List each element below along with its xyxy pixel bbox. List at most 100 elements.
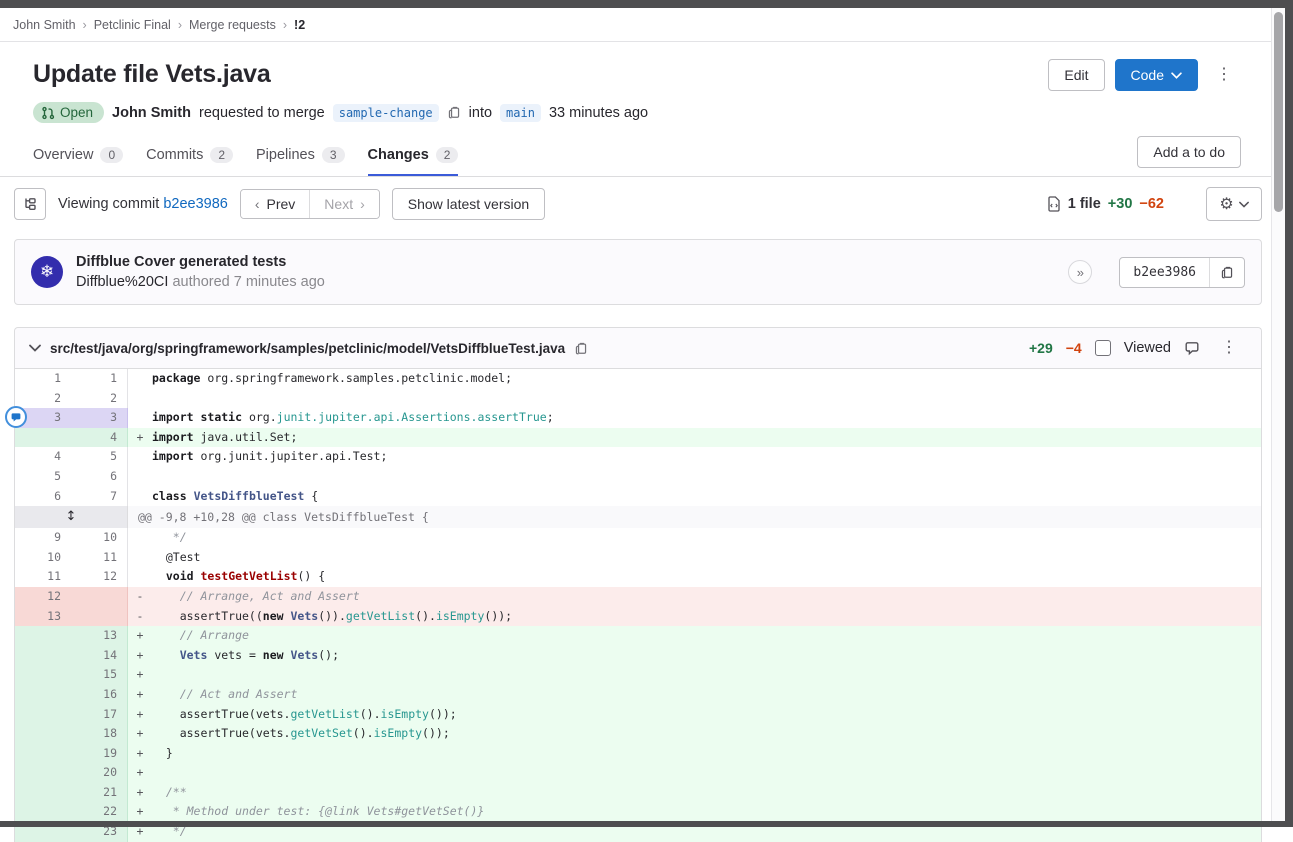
file-path[interactable]: src/test/java/org/springframework/sample… xyxy=(50,341,565,356)
old-line-number[interactable] xyxy=(15,783,71,803)
mr-author[interactable]: John Smith xyxy=(112,105,191,121)
viewed-checkbox[interactable] xyxy=(1095,340,1111,356)
new-line-number[interactable]: 2 xyxy=(71,389,128,409)
new-line-number[interactable]: 7 xyxy=(71,487,128,507)
old-line-number[interactable]: 12 xyxy=(15,587,71,607)
copy-commit-sha-button[interactable] xyxy=(1209,258,1244,287)
diff-line-row[interactable]: 22 xyxy=(15,389,1261,409)
new-line-number[interactable]: 3 xyxy=(71,408,128,428)
new-line-number[interactable]: 13 xyxy=(71,626,128,646)
tab-overview[interactable]: Overview0 xyxy=(33,135,123,176)
diff-line-row[interactable]: 4+import java.util.Set; xyxy=(15,428,1261,448)
file-kebab-menu-icon[interactable]: ⋮ xyxy=(1213,338,1245,358)
new-line-number[interactable]: 17 xyxy=(71,705,128,725)
diff-line-row[interactable]: 45import org.junit.jupiter.api.Test; xyxy=(15,447,1261,467)
old-line-number[interactable]: 9 xyxy=(15,528,71,548)
diff-line-row[interactable]: 67class VetsDiffblueTest { xyxy=(15,487,1261,507)
next-commit-button[interactable]: Next › xyxy=(309,190,378,218)
new-line-number[interactable]: 6 xyxy=(71,467,128,487)
diff-line-row[interactable]: 13- assertTrue((new Vets()).getVetList()… xyxy=(15,607,1261,627)
new-line-number[interactable]: 11 xyxy=(71,548,128,568)
old-line-number[interactable]: 13 xyxy=(15,607,71,627)
new-line-number[interactable]: 18 xyxy=(71,724,128,744)
old-line-number[interactable]: 2 xyxy=(15,389,71,409)
edit-button[interactable]: Edit xyxy=(1048,59,1104,91)
prev-commit-button[interactable]: ‹ Prev xyxy=(241,190,309,218)
mr-kebab-menu-icon[interactable]: ⋮ xyxy=(1208,65,1240,85)
source-branch-link[interactable]: sample-change xyxy=(333,104,439,122)
tab-changes[interactable]: Changes2 xyxy=(368,135,459,176)
breadcrumb-item[interactable]: Merge requests xyxy=(189,18,276,32)
diff-line-row[interactable]: 13+ // Arrange xyxy=(15,626,1261,646)
scrollbar-thumb[interactable] xyxy=(1274,12,1283,212)
diff-line-row[interactable]: 910 */ xyxy=(15,528,1261,548)
tab-pipelines[interactable]: Pipelines3 xyxy=(256,135,345,176)
new-line-number[interactable]: 20 xyxy=(71,763,128,783)
new-line-number[interactable]: 5 xyxy=(71,447,128,467)
file-tree-toggle-button[interactable] xyxy=(14,188,46,220)
breadcrumb-item[interactable]: Petclinic Final xyxy=(94,18,171,32)
new-line-number[interactable]: 1 xyxy=(71,369,128,389)
old-line-number[interactable] xyxy=(15,744,71,764)
commit-title[interactable]: Diffblue Cover generated tests xyxy=(76,252,1055,272)
old-line-number[interactable]: 10 xyxy=(15,548,71,568)
new-line-number[interactable]: 14 xyxy=(71,646,128,666)
old-line-number[interactable]: 5 xyxy=(15,467,71,487)
diff-line-row[interactable]: 15+ xyxy=(15,665,1261,685)
old-line-number[interactable] xyxy=(15,802,71,822)
diff-line-row[interactable]: 56 xyxy=(15,467,1261,487)
new-line-number[interactable]: 15 xyxy=(71,665,128,685)
add-todo-button[interactable]: Add a to do xyxy=(1137,136,1241,168)
diff-line-row[interactable]: 1011 @Test xyxy=(15,548,1261,568)
diff-line-row[interactable]: 33import static org.junit.jupiter.api.As… xyxy=(15,408,1261,428)
tab-commits[interactable]: Commits2 xyxy=(146,135,233,176)
page-scrollbar[interactable] xyxy=(1271,8,1285,821)
diff-line-row[interactable]: 1112 void testGetVetList() { xyxy=(15,567,1261,587)
new-line-number[interactable]: 12 xyxy=(71,567,128,587)
copy-branch-icon[interactable] xyxy=(447,105,461,120)
old-line-number[interactable] xyxy=(15,428,71,448)
old-line-number[interactable]: 4 xyxy=(15,447,71,467)
diff-line-row[interactable]: 18+ assertTrue(vets.getVetSet().isEmpty(… xyxy=(15,724,1261,744)
new-line-number[interactable]: 21 xyxy=(71,783,128,803)
diff-line-row[interactable]: 16+ // Act and Assert xyxy=(15,685,1261,705)
old-line-number[interactable]: 11 xyxy=(15,567,71,587)
new-line-number[interactable]: 22 xyxy=(71,802,128,822)
diff-line-row[interactable]: 11package org.springframework.samples.pe… xyxy=(15,369,1261,389)
diff-line-row[interactable]: 14+ Vets vets = new Vets(); xyxy=(15,646,1261,666)
commit-author[interactable]: Diffblue%20CI xyxy=(76,274,168,290)
new-line-number[interactable]: 16 xyxy=(71,685,128,705)
diff-line-row[interactable]: 12- // Arrange, Act and Assert xyxy=(15,587,1261,607)
old-line-number[interactable]: 1 xyxy=(15,369,71,389)
breadcrumb-item[interactable]: John Smith xyxy=(13,18,76,32)
diff-line-row[interactable]: 21+ /** xyxy=(15,783,1261,803)
new-line-number[interactable]: 4 xyxy=(71,428,128,448)
old-line-number[interactable] xyxy=(15,763,71,783)
code-dropdown-button[interactable]: Code xyxy=(1115,59,1198,91)
new-line-number[interactable] xyxy=(71,587,128,607)
new-line-number[interactable]: 19 xyxy=(71,744,128,764)
copy-file-path-icon[interactable] xyxy=(574,341,588,356)
old-line-number[interactable] xyxy=(15,685,71,705)
old-line-number[interactable]: 6 xyxy=(15,487,71,507)
old-line-number[interactable] xyxy=(15,705,71,725)
expand-lines-button[interactable]: ↕ xyxy=(15,506,128,528)
diff-settings-button[interactable]: ⚙ xyxy=(1206,187,1262,221)
diff-line-row[interactable]: 20+ xyxy=(15,763,1261,783)
diff-line-row[interactable]: 19+ } xyxy=(15,744,1261,764)
new-line-number[interactable] xyxy=(71,607,128,627)
old-line-number[interactable] xyxy=(15,665,71,685)
viewing-commit-sha-link[interactable]: b2ee3986 xyxy=(163,196,228,212)
old-line-number[interactable] xyxy=(15,646,71,666)
diff-line-row[interactable]: 22+ * Method under test: {@link Vets#get… xyxy=(15,802,1261,822)
diff-hunk-row[interactable]: ↕@@ -9,8 +10,28 @@ class VetsDiffblueTes… xyxy=(15,506,1261,528)
show-latest-version-button[interactable]: Show latest version xyxy=(392,188,545,220)
file-collapse-chevron-icon[interactable] xyxy=(29,344,41,352)
diff-line-row[interactable]: 17+ assertTrue(vets.getVetList().isEmpty… xyxy=(15,705,1261,725)
file-comment-icon[interactable] xyxy=(1184,341,1200,356)
target-branch-link[interactable]: main xyxy=(500,104,541,122)
avatar[interactable]: ❄ xyxy=(31,256,63,288)
collapse-commit-button[interactable]: » xyxy=(1068,260,1092,284)
old-line-number[interactable] xyxy=(15,626,71,646)
old-line-number[interactable] xyxy=(15,724,71,744)
